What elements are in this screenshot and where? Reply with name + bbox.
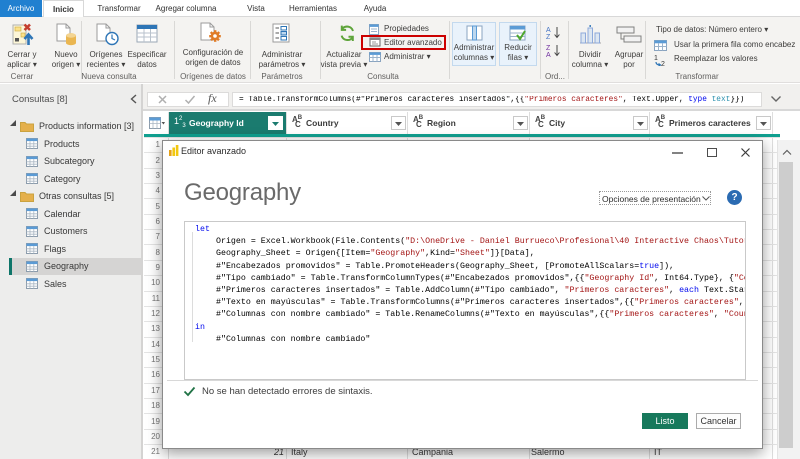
svg-text:A: A	[546, 27, 551, 34]
svg-text:1: 1	[654, 55, 658, 62]
svg-text:2: 2	[661, 61, 665, 66]
svg-text:Z: Z	[546, 45, 551, 52]
svg-text:Z: Z	[546, 34, 551, 41]
svg-text:A: A	[546, 52, 551, 58]
